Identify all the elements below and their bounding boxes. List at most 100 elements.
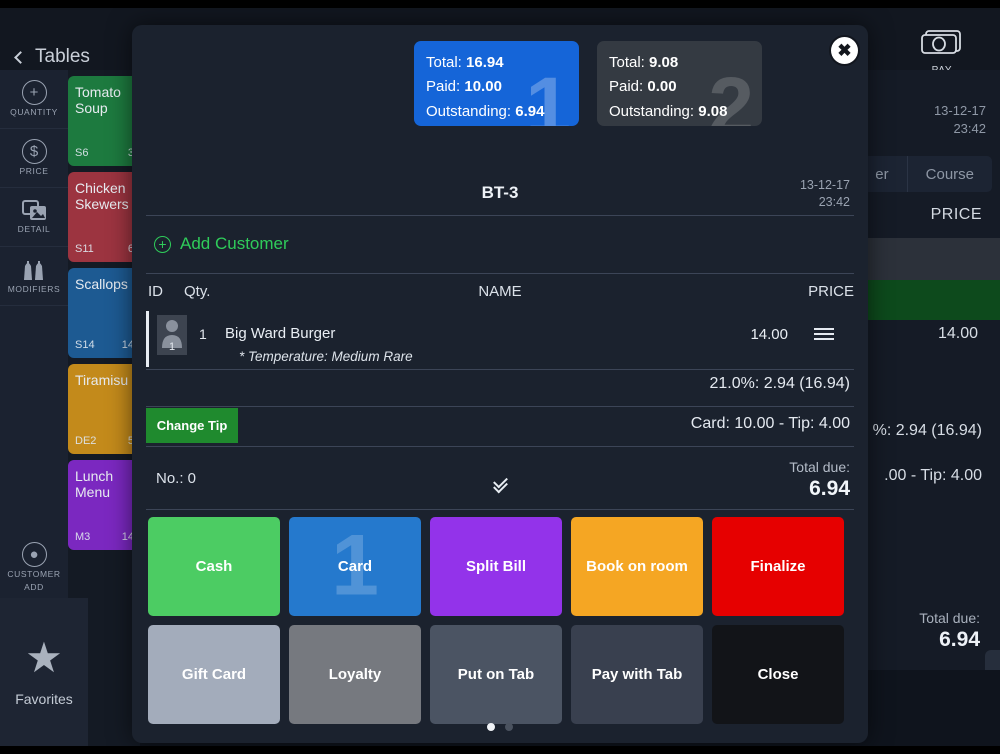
number-label: No.: 0 [156, 470, 196, 487]
payment-button-label: Card [338, 558, 372, 575]
menu-tile[interactable]: Chicken SkewersS116. [68, 172, 142, 262]
rail-label-detail: DETAIL [18, 225, 51, 235]
payment-button-card[interactable]: 1Card [289, 517, 421, 616]
menu-tile[interactable]: TiramisuDE25. [68, 364, 142, 454]
modal-divider-4 [146, 406, 854, 407]
menu-tile-code: M3 [75, 531, 90, 544]
seat-number: 1 [169, 341, 175, 355]
seat-avatar: 1 [157, 315, 187, 355]
menu-tile-name: Chicken Skewers [75, 180, 135, 212]
payment-button-label: Gift Card [182, 666, 246, 683]
payment-button-gift-card[interactable]: Gift Card [148, 625, 280, 724]
star-icon: ★ [25, 637, 63, 679]
back-label: Tables [35, 46, 90, 68]
payment-button-label: Book on room [586, 558, 688, 575]
customer-summary-card[interactable]: Total: 9.08Paid: 0.00Outstanding: 9.082 [597, 41, 762, 126]
double-chevron-down-icon[interactable] [492, 477, 512, 493]
customer-number: 1 [525, 66, 571, 126]
item-qty: 1 [199, 326, 207, 342]
payment-button-close[interactable]: Close [712, 625, 844, 724]
add-customer-button[interactable]: + Add Customer [154, 234, 289, 254]
payment-button-book-on-room[interactable]: Book on room [571, 517, 703, 616]
order-panel-total-due-label: Total due: [919, 610, 980, 626]
menu-tile[interactable]: Tomato SoupS63. [68, 76, 142, 166]
dollar-circle-icon: $ [22, 139, 47, 164]
plus-circle-icon: + [154, 236, 171, 253]
table-row[interactable]: 1 1 Big Ward Burger * Temperature: Mediu… [146, 311, 854, 367]
payment-button-label: Put on Tab [458, 666, 534, 683]
rail-item-price[interactable]: $ PRICE [0, 129, 68, 188]
pay-button[interactable]: PAY [902, 28, 982, 76]
payment-button-finalize[interactable]: Finalize [712, 517, 844, 616]
payment-button-label: Finalize [750, 558, 805, 575]
modal-divider-2 [146, 273, 854, 274]
pagination-dot[interactable] [487, 723, 495, 731]
customer-summary-cards: Total: 16.94Paid: 10.00Outstanding: 6.94… [414, 41, 762, 126]
item-price: 14.00 [750, 326, 788, 343]
rail-item-modifiers[interactable]: MODIFIERS [0, 247, 68, 306]
plus-circle-icon: + [22, 80, 47, 105]
bill-time: 23:42 [800, 194, 850, 211]
menu-tile-code: S6 [75, 147, 88, 160]
payment-modal: ✖ Total: 16.94Paid: 10.00Outstanding: 6.… [132, 25, 868, 743]
rail-spacer [0, 306, 68, 531]
menu-tile-code: DE2 [75, 435, 96, 448]
pos-app-screen: Tables PAY + QUANTITY $ PRICE [0, 0, 1000, 754]
menu-tile-name: Scallops [75, 276, 135, 292]
modal-divider-5 [146, 446, 854, 447]
order-panel-datetime: 13-12-17 23:42 [934, 102, 986, 137]
order-panel-date: 13-12-17 [934, 102, 986, 120]
change-tip-button[interactable]: Change Tip [146, 408, 238, 443]
order-panel-total-due-value: 6.94 [939, 628, 980, 652]
payment-button-label: Cash [196, 558, 233, 575]
customer-summary-card[interactable]: Total: 16.94Paid: 10.00Outstanding: 6.94… [414, 41, 579, 126]
menu-tile-code: S14 [75, 339, 95, 352]
rail-label-price: PRICE [20, 167, 49, 177]
payment-button-loyalty[interactable]: Loyalty [289, 625, 421, 724]
payment-button-put-on-tab[interactable]: Put on Tab [430, 625, 562, 724]
rail-label-modifiers: MODIFIERS [8, 285, 61, 295]
rail-item-detail[interactable]: DETAIL [0, 188, 68, 247]
rail-label-customer-add-1: CUSTOMER [7, 570, 60, 580]
close-icon[interactable]: ✖ [831, 37, 858, 64]
order-panel-item-price: 14.00 [938, 325, 978, 343]
menu-tile-name: Lunch Menu [75, 468, 135, 500]
payment-button-label: Split Bill [466, 558, 526, 575]
chevron-left-icon [14, 51, 27, 64]
favorites-label: Favorites [15, 691, 73, 707]
menu-tile-name: Tiramisu [75, 372, 135, 388]
hamburger-menu-icon[interactable] [814, 325, 834, 343]
pagination-dots [132, 723, 868, 731]
modal-divider-3 [146, 369, 854, 370]
bill-title: BT-3 [132, 183, 868, 203]
customer-number: 2 [708, 66, 754, 126]
person-circle-icon: ● [22, 542, 47, 567]
item-modifier: * Temperature: Medium Rare [239, 349, 413, 364]
order-panel-tab-course[interactable]: Course [907, 156, 992, 192]
pagination-dot[interactable] [505, 723, 513, 731]
payment-button-label: Pay with Tab [592, 666, 683, 683]
col-header-price: PRICE [808, 283, 854, 300]
order-panel-tip-line: %: 2.94 (16.94) [873, 422, 982, 440]
item-name: Big Ward Burger [225, 325, 335, 342]
back-to-tables-button[interactable]: Tables [16, 46, 90, 68]
menu-tile[interactable]: Lunch MenuM314. [68, 460, 142, 550]
add-customer-label: Add Customer [180, 234, 289, 254]
rail-item-quantity[interactable]: + QUANTITY [0, 70, 68, 129]
favorites-button[interactable]: ★ Favorites [0, 598, 88, 746]
payment-button-split-bill[interactable]: Split Bill [430, 517, 562, 616]
payment-button-cash[interactable]: Cash [148, 517, 280, 616]
payment-button-pay-with-tab[interactable]: Pay with Tab [571, 625, 703, 724]
order-panel-time: 23:42 [934, 120, 986, 138]
payment-buttons-grid: Cash 1Card Split Bill Book on room Finalize G… [132, 517, 832, 727]
menu-tile[interactable]: ScallopsS1414. [68, 268, 142, 358]
rail-item-customer-add[interactable]: ● CUSTOMER ADD [0, 531, 68, 605]
order-panel-tabs: er Course [857, 156, 992, 192]
banknote-icon [920, 28, 964, 56]
col-header-name: NAME [146, 283, 854, 300]
payment-button-label: Close [758, 666, 799, 683]
tip-percent-line: 21.0%: 2.94 (16.94) [709, 375, 850, 393]
menu-tile-name: Tomato Soup [75, 84, 135, 116]
modal-total-due-value: 6.94 [809, 477, 850, 501]
modal-total-due-label: Total due: [789, 459, 850, 475]
